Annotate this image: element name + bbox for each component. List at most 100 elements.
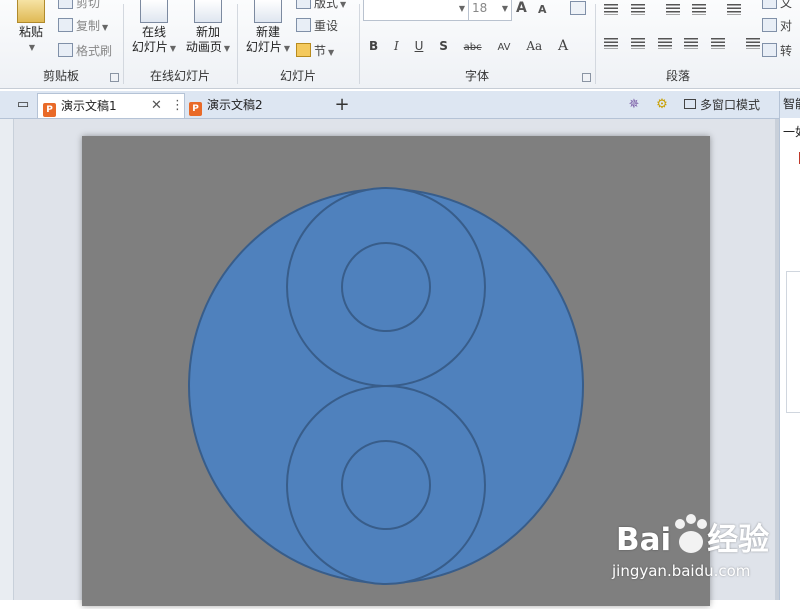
change-case-button[interactable]: Aa xyxy=(526,39,542,53)
underline-button[interactable]: U xyxy=(415,39,424,53)
text-direction-label: 文 xyxy=(780,0,793,10)
clipboard-group: 粘贴 ▼ 剪切 复制 ▼ 格式刷 剪贴板 xyxy=(0,0,122,88)
home-doc-icon[interactable]: ▭ xyxy=(12,94,34,116)
bold-button[interactable]: B xyxy=(369,39,378,53)
add-tab-button[interactable]: + xyxy=(330,94,354,116)
grow-font-button[interactable]: A xyxy=(516,0,527,16)
paste-button[interactable]: 粘贴 ▼ xyxy=(8,0,54,55)
layout-label: 版式 xyxy=(314,0,339,10)
cut-label: 剪切 xyxy=(76,0,101,10)
char-spacing-button[interactable]: AV xyxy=(497,42,510,53)
online-slides-group-label: 在线幻灯片 xyxy=(149,69,210,83)
chevron-down-icon: ▼ xyxy=(283,44,291,53)
close-icon[interactable]: ✕ xyxy=(151,94,162,118)
line-spacing-icon[interactable] xyxy=(727,4,742,15)
dialog-launcher-icon[interactable] xyxy=(110,73,119,82)
bullets-icon[interactable] xyxy=(604,4,618,15)
align-right-icon[interactable] xyxy=(657,38,672,49)
format-painter-button[interactable]: 格式刷 xyxy=(58,42,112,60)
font-name-select[interactable]: ▼ xyxy=(363,0,469,21)
section-button[interactable]: 节 ▼ xyxy=(296,42,334,60)
paste-label: 粘贴 xyxy=(18,25,43,39)
text-direction-button[interactable]: 文 xyxy=(762,0,792,12)
shrink-font-button[interactable]: A xyxy=(538,3,547,16)
font-group-label: 字体 xyxy=(464,69,489,83)
strikethrough-button[interactable]: abc xyxy=(464,42,482,53)
clear-format-icon[interactable] xyxy=(570,1,586,15)
online-slide-label-1: 在线 xyxy=(141,25,166,39)
copy-icon xyxy=(58,18,73,32)
slides-group-label: 幻灯片 xyxy=(279,69,316,83)
copy-button[interactable]: 复制 ▼ xyxy=(58,17,108,35)
align-left-icon[interactable] xyxy=(604,38,618,49)
upper-ring-inner[interactable] xyxy=(341,242,431,332)
layout-button[interactable]: 版式 ▼ xyxy=(296,0,346,12)
tab-document-2[interactable]: P 演示文稿2 xyxy=(184,93,326,117)
document-tab-bar: ▭ P 演示文稿1 ✕ ⋮ P 演示文稿2 + ✵ ⚙ 多窗口模式 xyxy=(0,91,800,119)
chevron-down-icon: ▼ xyxy=(223,44,231,53)
online-slide-icon xyxy=(140,0,168,23)
scissors-icon xyxy=(58,0,73,9)
more-icon[interactable]: ⋮ xyxy=(171,94,184,118)
shape-group[interactable] xyxy=(82,136,710,606)
justify-icon[interactable] xyxy=(684,38,699,49)
chevron-down-icon: ▼ xyxy=(328,48,335,57)
convert-button[interactable]: 转 xyxy=(762,42,792,60)
ppt-file-icon: P xyxy=(43,103,56,117)
shadow-button[interactable]: S xyxy=(439,39,448,53)
brush-icon xyxy=(58,43,73,57)
new-slide-button[interactable]: 新建 幻灯片 ▼ xyxy=(242,0,294,56)
font-size-value: 18 xyxy=(472,1,488,15)
italic-button[interactable]: I xyxy=(394,39,399,53)
new-anim-label-1: 新加 xyxy=(195,25,220,39)
reset-label: 重设 xyxy=(314,19,339,33)
animation-page-icon xyxy=(194,0,222,23)
slides-group: 新建 幻灯片 ▼ 版式 ▼ 重设 节 ▼ 幻灯片 xyxy=(238,0,358,88)
tab-label: 演示文稿2 xyxy=(207,98,263,112)
new-slide-label-1: 新建 xyxy=(255,25,280,39)
tab-document-1[interactable]: P 演示文稿1 ✕ ⋮ xyxy=(37,93,185,118)
convert-label: 转 xyxy=(780,44,793,58)
decrease-indent-icon[interactable] xyxy=(665,4,680,15)
numbering-icon[interactable] xyxy=(630,4,645,15)
chevron-down-icon: ▼ xyxy=(340,0,347,9)
chevron-down-icon: ▼ xyxy=(458,4,465,13)
cut-button[interactable]: 剪切 xyxy=(58,0,100,12)
gear-icon[interactable]: ⚙ xyxy=(652,94,672,116)
columns-icon[interactable] xyxy=(746,38,761,49)
lower-ring-inner[interactable] xyxy=(341,440,431,530)
distributed-icon[interactable] xyxy=(711,38,726,49)
paragraph-row-1 xyxy=(604,4,750,18)
slide-workspace xyxy=(0,119,775,606)
multi-window-label: 多窗口模式 xyxy=(700,98,761,112)
increase-indent-icon[interactable] xyxy=(692,4,707,15)
smart-pane-title[interactable]: 智能 xyxy=(780,91,800,118)
font-size-select[interactable]: 18 ▼ xyxy=(468,0,512,21)
online-slide-button[interactable]: 在线 幻灯片 ▼ xyxy=(128,0,180,56)
align-center-icon[interactable] xyxy=(630,38,645,49)
font-color-button[interactable]: A xyxy=(558,38,568,54)
font-group: ▼ 18 ▼ A A B I U S abc AV Aa A 字体 xyxy=(360,0,594,88)
online-slides-group: 在线 幻灯片 ▼ 新加 动画页 ▼ 在线幻灯片 xyxy=(124,0,236,88)
multi-window-button[interactable]: 多窗口模式 xyxy=(680,94,776,116)
smart-pane: 智能 一如 xyxy=(779,91,800,600)
new-anim-label-2: 动画页 ▼ xyxy=(185,40,231,54)
chevron-down-icon: ▼ xyxy=(501,4,508,13)
align-text-button[interactable]: 对 xyxy=(762,17,792,35)
chevron-down-icon: ▼ xyxy=(28,43,36,52)
slide-canvas[interactable] xyxy=(82,136,710,606)
window-icon xyxy=(684,99,696,109)
reset-button[interactable]: 重设 xyxy=(296,17,338,35)
section-label: 节 xyxy=(314,44,327,58)
sparkle-icon[interactable]: ✵ xyxy=(624,94,644,116)
ribbon: 粘贴 ▼ 剪切 复制 ▼ 格式刷 剪贴板 在线 幻灯片 ▼ 新加 动画页 ▼ 在线幻灯… xyxy=(0,0,800,89)
text-direction-icon xyxy=(762,0,777,9)
paragraph-row-2 xyxy=(604,38,769,52)
online-slide-label-2: 幻灯片 ▼ xyxy=(131,40,177,54)
dialog-launcher-icon[interactable] xyxy=(582,73,591,82)
new-animation-page-button[interactable]: 新加 动画页 ▼ xyxy=(182,0,234,56)
smart-pane-text: 一如 xyxy=(783,125,800,139)
tab-label: 演示文稿1 xyxy=(61,99,117,113)
clipboard-group-label: 剪贴板 xyxy=(42,69,79,83)
thumbnail-pane-collapsed[interactable] xyxy=(0,119,14,600)
